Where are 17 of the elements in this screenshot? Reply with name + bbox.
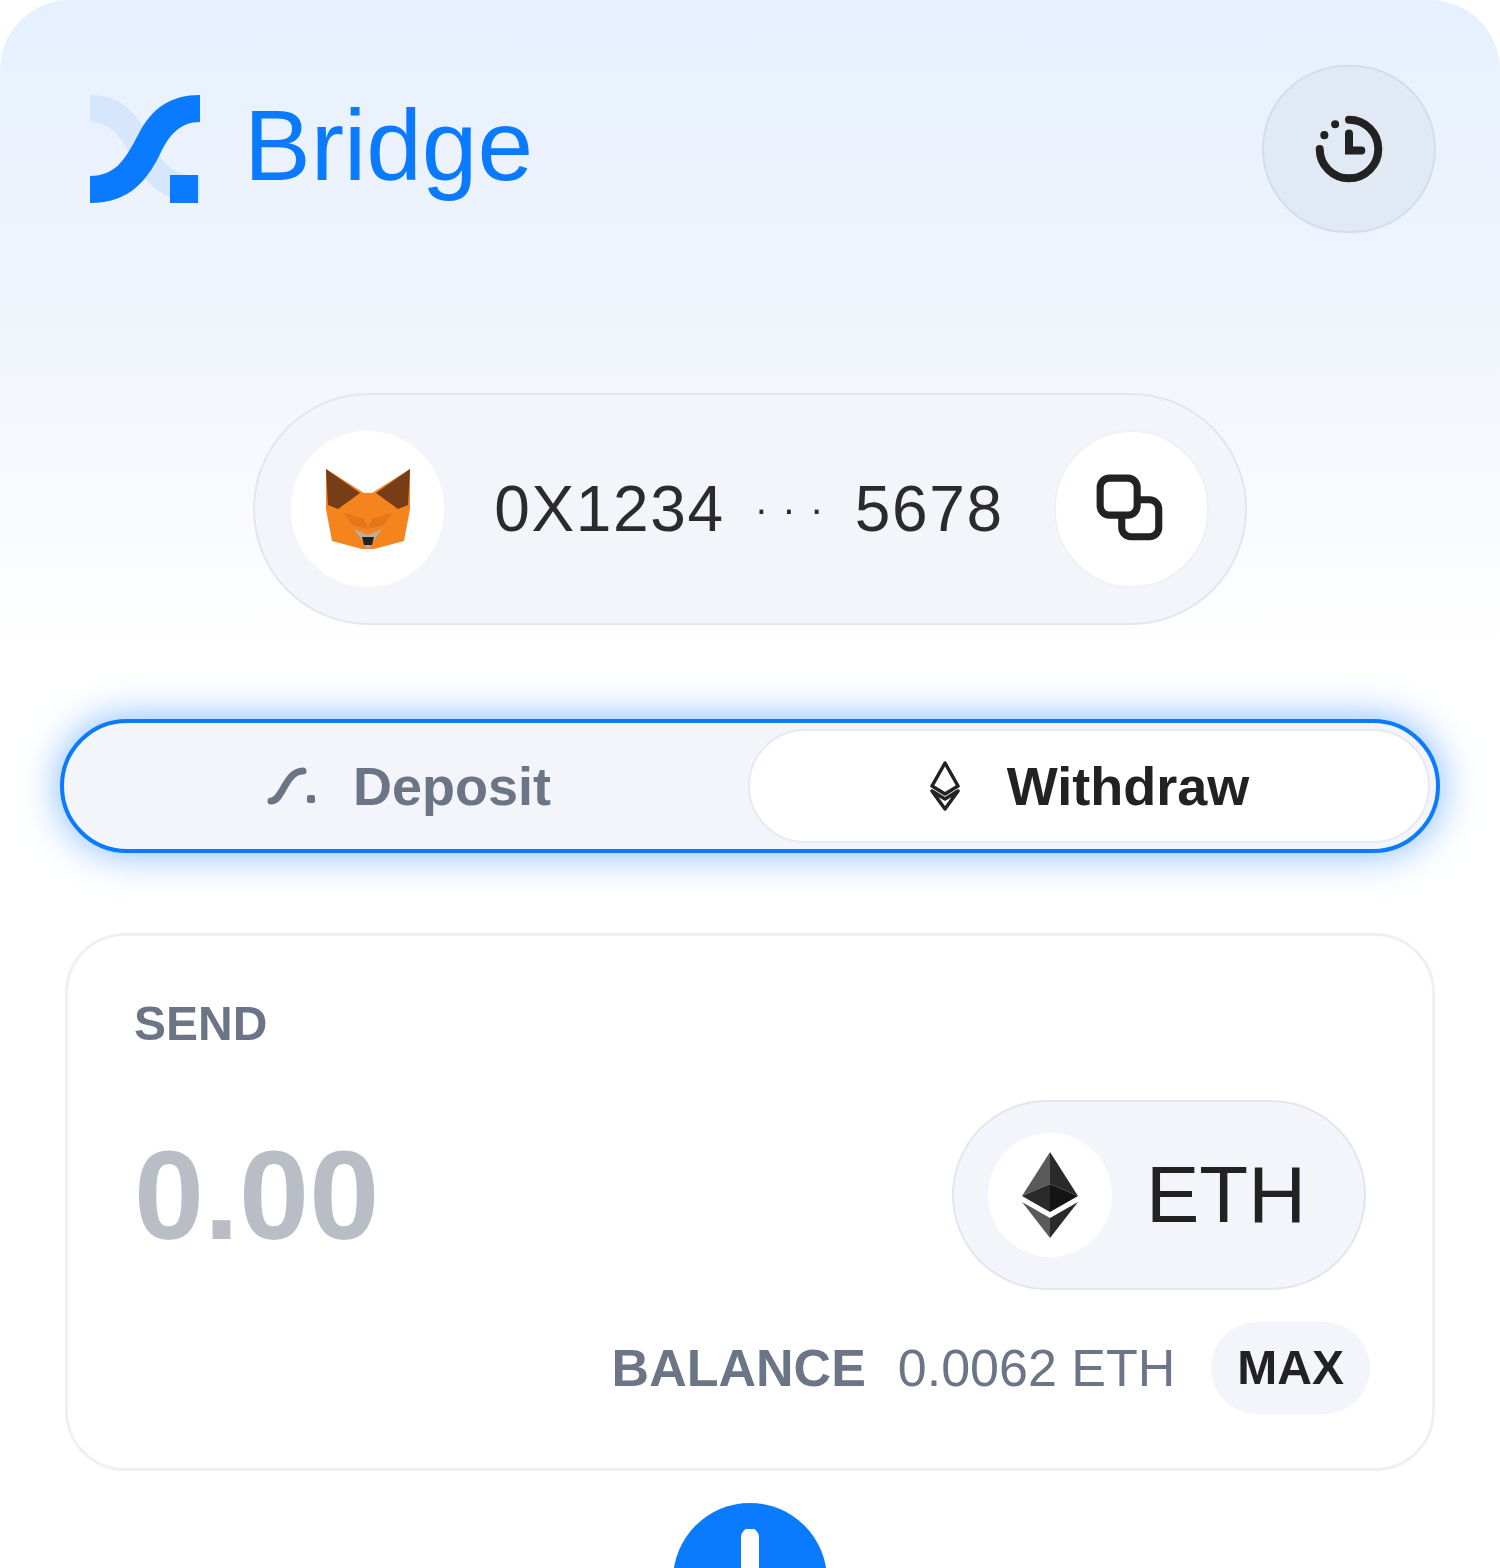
wallet-address-end: 5678 <box>854 472 1004 547</box>
wallet-address-start: 0X1234 <box>494 472 725 547</box>
app-title: Bridge <box>244 87 534 203</box>
balance-value: 0.0062 ETH <box>897 1338 1176 1399</box>
balance-label: BALANCE <box>611 1338 866 1399</box>
send-label: SEND <box>134 1000 269 1048</box>
ethereum-icon <box>1022 1152 1078 1238</box>
amount-input[interactable]: 0.00 <box>134 1122 734 1268</box>
token-selector[interactable]: ETH <box>952 1100 1366 1290</box>
tab[interactable]: Withdraw <box>748 729 1430 843</box>
fox-icon <box>323 469 412 549</box>
address-separator: · · · <box>754 486 825 533</box>
bridge-icon <box>267 765 317 807</box>
max-button[interactable]: MAX <box>1211 1322 1370 1414</box>
tab[interactable]: Deposit <box>70 729 748 843</box>
ethereum-icon <box>928 760 961 812</box>
logo-icon <box>90 95 200 203</box>
